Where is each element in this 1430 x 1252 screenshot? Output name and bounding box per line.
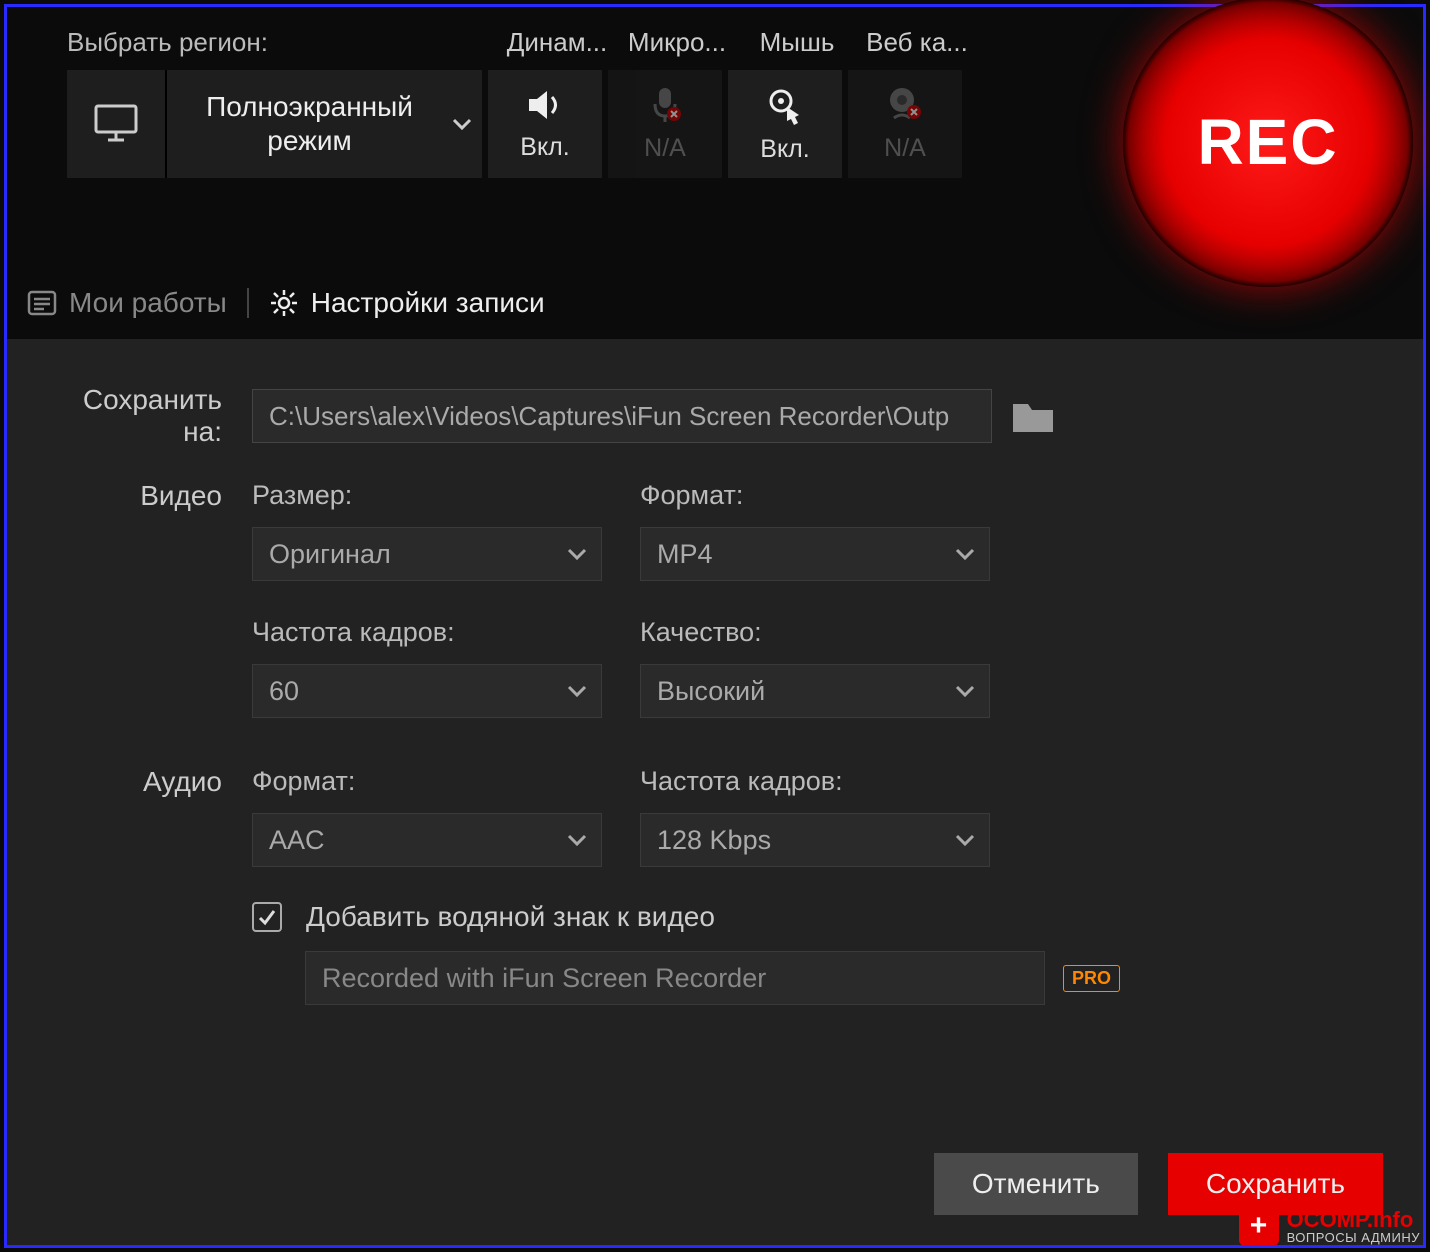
toggle-mouse[interactable]: Вкл. (728, 70, 842, 178)
toggle-mic-status: N/A (644, 134, 686, 163)
chevron-down-icon (567, 547, 587, 561)
monitor-icon (94, 104, 138, 144)
video-size-select[interactable]: Оригинал (252, 527, 602, 581)
site-watermark-text: OCOMP.info ВОПРОСЫ АДМИНУ (1287, 1209, 1420, 1244)
chevron-down-icon (955, 684, 975, 698)
video-quality-select[interactable]: Высокий (640, 664, 990, 718)
watermark-label: Добавить водяной знак к видео (306, 901, 715, 933)
settings-panel: Сохранить на: C:\Users\alex\Videos\Captu… (7, 339, 1423, 1245)
audio-format-value: AAC (269, 825, 325, 855)
watermark-text-row: Recorded with iFun Screen Recorder PRO (305, 951, 1383, 1005)
plus-icon: + (1239, 1206, 1279, 1246)
mic-icon (649, 86, 681, 124)
audio-format-label: Формат: (252, 766, 602, 797)
save-path-row: Сохранить на: C:\Users\alex\Videos\Captu… (47, 384, 1383, 448)
check-icon (257, 907, 277, 927)
audio-bitrate-value: 128 Kbps (657, 825, 771, 855)
gear-icon (269, 288, 299, 318)
chevron-down-icon (567, 684, 587, 698)
save-to-label: Сохранить на: (47, 384, 252, 448)
audio-row: Аудио Формат: AAC Частота кадров: 128 Kb… (47, 766, 1383, 867)
tab-record-settings[interactable]: Настройки записи (269, 287, 545, 319)
video-row-2: Частота кадров: 60 Качество: Высокий (47, 617, 1383, 718)
cancel-button[interactable]: Отменить (934, 1153, 1138, 1215)
audio-bitrate-select[interactable]: 128 Kbps (640, 813, 990, 867)
site-sub: ВОПРОСЫ АДМИНУ (1287, 1231, 1420, 1244)
toggle-header-mouse: Мышь (742, 27, 852, 58)
site-watermark: + OCOMP.info ВОПРОСЫ АДМИНУ (1239, 1206, 1420, 1246)
region-icon-button[interactable] (67, 70, 167, 178)
chevron-down-icon (955, 547, 975, 561)
video-row-1: Видео Размер: Оригинал Формат: MP4 (47, 480, 1383, 581)
video-quality-value: Высокий (657, 676, 765, 706)
tab-record-settings-label: Настройки записи (311, 287, 545, 319)
tab-my-works[interactable]: Мои работы (27, 287, 227, 319)
video-fps-value: 60 (269, 676, 299, 706)
webcam-icon (886, 86, 924, 124)
watermark-text-input[interactable]: Recorded with iFun Screen Recorder (305, 951, 1045, 1005)
watermark-check-row: Добавить водяной знак к видео (252, 901, 1383, 933)
toggle-header-webcam: Веб ка... (862, 27, 972, 58)
toggle-speaker-status: Вкл. (520, 133, 569, 162)
video-fps-label: Частота кадров: (252, 617, 602, 648)
toggle-webcam[interactable]: N/A (848, 70, 962, 178)
region-mode-dropdown[interactable]: Полноэкранный режим (167, 70, 482, 178)
chevron-down-icon (567, 833, 587, 847)
watermark-checkbox[interactable] (252, 902, 282, 932)
video-size-label: Размер: (252, 480, 602, 511)
video-format-label: Формат: (640, 480, 990, 511)
record-button[interactable]: REC (1123, 0, 1413, 287)
video-fps-select[interactable]: 60 (252, 664, 602, 718)
toggle-mic[interactable]: N/A (608, 70, 722, 178)
site-main: OCOMP (1287, 1207, 1367, 1232)
pro-badge: PRO (1063, 965, 1120, 992)
video-section-label: Видео (47, 480, 252, 512)
toggle-mouse-status: Вкл. (760, 135, 809, 164)
save-path-input[interactable]: C:\Users\alex\Videos\Captures\iFun Scree… (252, 389, 992, 443)
video-quality-label: Качество: (640, 617, 990, 648)
toggle-header-mic: Микро... (622, 27, 732, 58)
audio-bitrate-label: Частота кадров: (640, 766, 990, 797)
region-mode-label: Полноэкранный режим (167, 90, 452, 157)
chevron-down-icon (452, 117, 472, 131)
video-size-value: Оригинал (269, 539, 391, 569)
top-toolbar: Выбрать регион: Динам... Микро... Мышь В… (7, 7, 1423, 267)
tabs-bar: Мои работы Настройки записи (7, 267, 1423, 339)
toggle-webcam-status: N/A (884, 134, 926, 163)
browse-folder-button[interactable] (1010, 396, 1056, 436)
site-suffix: .info (1367, 1207, 1413, 1232)
cursor-icon (765, 85, 805, 125)
audio-format-select[interactable]: AAC (252, 813, 602, 867)
video-format-select[interactable]: MP4 (640, 527, 990, 581)
tab-my-works-label: Мои работы (69, 287, 227, 319)
app-window: Выбрать регион: Динам... Микро... Мышь В… (4, 4, 1426, 1248)
record-button-label: REC (1197, 105, 1338, 179)
toggle-speaker[interactable]: Вкл. (488, 70, 602, 178)
audio-section-label: Аудио (47, 766, 252, 798)
speaker-icon (525, 87, 565, 123)
tab-separator (247, 288, 249, 318)
toggle-header-speaker: Динам... (502, 27, 612, 58)
video-format-value: MP4 (657, 539, 713, 569)
chevron-down-icon (955, 833, 975, 847)
list-icon (27, 288, 57, 318)
